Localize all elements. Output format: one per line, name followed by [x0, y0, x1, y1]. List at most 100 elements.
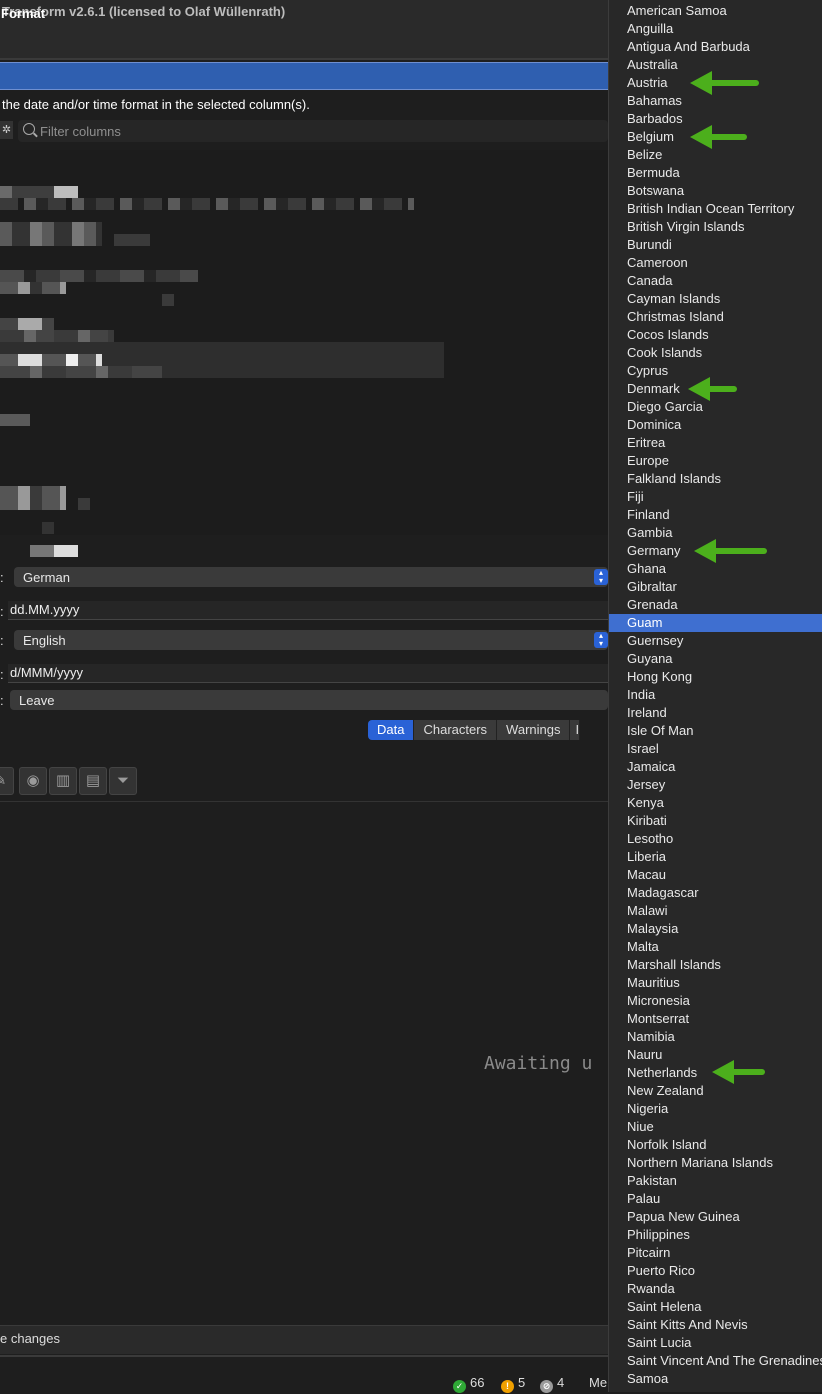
locale-option[interactable]: Finland: [609, 506, 822, 524]
tab-warnings[interactable]: Warnings: [497, 720, 571, 740]
locale-option[interactable]: Saint Lucia: [609, 1334, 822, 1352]
locale-option[interactable]: Lesotho: [609, 830, 822, 848]
locale-option[interactable]: Hong Kong: [609, 668, 822, 686]
locale-option[interactable]: Botswana: [609, 182, 822, 200]
locale-option[interactable]: Puerto Rico: [609, 1262, 822, 1280]
column-list[interactable]: [0, 150, 608, 535]
section-header[interactable]: [0, 62, 608, 90]
locale-option[interactable]: Falkland Islands: [609, 470, 822, 488]
preview-tabs: Data Characters Warnings I: [368, 720, 581, 740]
obscured-text: [0, 486, 66, 510]
locale-option[interactable]: Norfolk Island: [609, 1136, 822, 1154]
locale-option[interactable]: Montserrat: [609, 1010, 822, 1028]
status-ok[interactable]: ✓ 66: [453, 1375, 484, 1393]
locale-option[interactable]: Bermuda: [609, 164, 822, 182]
changes-label[interactable]: e changes: [0, 1331, 60, 1346]
filter-columns-input[interactable]: [40, 120, 600, 142]
locale-option[interactable]: Malaysia: [609, 920, 822, 938]
annotation-arrow-austria: [690, 71, 759, 95]
locale-option[interactable]: Europe: [609, 452, 822, 470]
locale-option[interactable]: Canada: [609, 272, 822, 290]
filter-box[interactable]: [18, 120, 608, 142]
input-format-field[interactable]: dd.MM.yyyy: [8, 601, 608, 620]
locale-option[interactable]: Saint Kitts And Nevis: [609, 1316, 822, 1334]
locale-option[interactable]: British Virgin Islands: [609, 218, 822, 236]
locale-option[interactable]: Cameroon: [609, 254, 822, 272]
locale-option[interactable]: Ireland: [609, 704, 822, 722]
locale-option[interactable]: Grenada: [609, 596, 822, 614]
locale-option[interactable]: Saint Helena: [609, 1298, 822, 1316]
locale-option[interactable]: Eritrea: [609, 434, 822, 452]
locale-option[interactable]: Gibraltar: [609, 578, 822, 596]
tab-characters[interactable]: Characters: [414, 720, 498, 740]
locale-option[interactable]: Israel: [609, 740, 822, 758]
locale-option[interactable]: Marshall Islands: [609, 956, 822, 974]
locale-option[interactable]: Cocos Islands: [609, 326, 822, 344]
status-warnings[interactable]: ! 5: [501, 1375, 525, 1393]
edit-icon[interactable]: ✎: [0, 767, 14, 795]
locale-option[interactable]: Namibia: [609, 1028, 822, 1046]
filter-icon[interactable]: ⏷: [109, 767, 137, 795]
locale-option[interactable]: Northern Mariana Islands: [609, 1154, 822, 1172]
locale-option[interactable]: Fiji: [609, 488, 822, 506]
locale-option[interactable]: Cook Islands: [609, 344, 822, 362]
locale-option[interactable]: Saint Vincent And The Grenadines: [609, 1352, 822, 1370]
locale-option[interactable]: Micronesia: [609, 992, 822, 1010]
tab-data[interactable]: Data: [368, 720, 415, 740]
locale-option[interactable]: Papua New Guinea: [609, 1208, 822, 1226]
locale-option[interactable]: Pakistan: [609, 1172, 822, 1190]
locale-option[interactable]: Madagascar: [609, 884, 822, 902]
obscured-text: [0, 318, 54, 330]
locale-option[interactable]: Kenya: [609, 794, 822, 812]
locale-option[interactable]: Christmas Island: [609, 308, 822, 326]
locale-option[interactable]: American Samoa: [609, 2, 822, 20]
locale-option[interactable]: Palau: [609, 1190, 822, 1208]
output-format-field[interactable]: d/MMM/yyyy: [8, 664, 608, 683]
toolbar-divider: [0, 801, 608, 802]
status-blocked[interactable]: ⊘ 4: [540, 1375, 564, 1393]
input-locale-select[interactable]: German ▴ ▾: [14, 567, 608, 587]
status-ok-count: 66: [470, 1375, 485, 1390]
locale-option[interactable]: Kiribati: [609, 812, 822, 830]
locale-option[interactable]: Dominica: [609, 416, 822, 434]
locale-option[interactable]: Pitcairn: [609, 1244, 822, 1262]
obscured-text: [12, 186, 54, 198]
locale-dropdown-menu[interactable]: American Samoa Anguilla Antigua And Barbud…: [608, 0, 822, 1392]
eye-icon[interactable]: ◉: [19, 767, 47, 795]
output-locale-select[interactable]: English ▴ ▾: [14, 630, 608, 650]
tab-info[interactable]: I: [570, 720, 581, 740]
locale-option[interactable]: Samoa: [609, 1370, 822, 1388]
input-format-value: dd.MM.yyyy: [10, 602, 80, 617]
locale-option[interactable]: Jersey: [609, 776, 822, 794]
columns-icon[interactable]: ▥: [49, 767, 77, 795]
locale-option[interactable]: Rwanda: [609, 1280, 822, 1298]
locale-option[interactable]: Nigeria: [609, 1100, 822, 1118]
locale-option[interactable]: Guyana: [609, 650, 822, 668]
locale-option[interactable]: British Indian Ocean Territory: [609, 200, 822, 218]
locale-option[interactable]: Guernsey: [609, 632, 822, 650]
chevron-updown-icon: ▴ ▾: [594, 632, 608, 648]
locale-option[interactable]: Mauritius: [609, 974, 822, 992]
locale-option[interactable]: Liberia: [609, 848, 822, 866]
locale-option[interactable]: Jamaica: [609, 758, 822, 776]
locale-option[interactable]: Malta: [609, 938, 822, 956]
obscured-text: [42, 522, 54, 534]
locale-option[interactable]: Guam: [609, 614, 822, 632]
locale-option[interactable]: Philippines: [609, 1226, 822, 1244]
locale-option[interactable]: India: [609, 686, 822, 704]
annotation-arrow-germany: [694, 539, 767, 563]
locale-option[interactable]: Malawi: [609, 902, 822, 920]
rows-icon[interactable]: ▤: [79, 767, 107, 795]
unparseable-action-select[interactable]: Leave: [10, 690, 608, 710]
annotation-arrow-belgium: [690, 125, 747, 149]
locale-option[interactable]: Macau: [609, 866, 822, 884]
status-more[interactable]: Me: [589, 1375, 607, 1390]
locale-option[interactable]: Isle Of Man: [609, 722, 822, 740]
locale-option[interactable]: Niue: [609, 1118, 822, 1136]
locale-option[interactable]: Anguilla: [609, 20, 822, 38]
settings-icon[interactable]: ✲: [0, 121, 13, 139]
locale-option[interactable]: Burundi: [609, 236, 822, 254]
locale-option[interactable]: Cayman Islands: [609, 290, 822, 308]
obscured-text: [0, 198, 414, 210]
locale-option[interactable]: Antigua And Barbuda: [609, 38, 822, 56]
